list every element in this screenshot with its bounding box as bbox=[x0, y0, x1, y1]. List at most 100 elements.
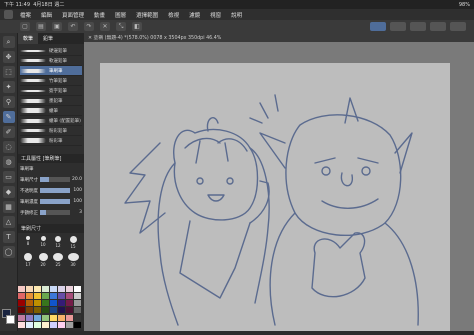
palette-swatch[interactable] bbox=[74, 307, 81, 314]
blend-icon[interactable]: ◍ bbox=[2, 156, 15, 168]
palette-swatch[interactable] bbox=[66, 321, 73, 328]
palette-swatch[interactable] bbox=[26, 314, 33, 321]
palette-swatch[interactable] bbox=[34, 293, 41, 300]
eyedropper-icon[interactable]: ⚲ bbox=[2, 96, 15, 108]
opacity-row[interactable]: 不透明度 100 bbox=[18, 185, 84, 196]
menu-item[interactable]: 頁面管理 bbox=[62, 11, 84, 19]
stroke-preset-5[interactable] bbox=[450, 22, 466, 31]
brush-item[interactable]: 軟邊鉛筆 bbox=[20, 56, 82, 66]
palette-swatch[interactable] bbox=[42, 300, 49, 307]
palette-swatch[interactable] bbox=[34, 314, 41, 321]
brush-item[interactable]: 蠟筆 bbox=[20, 106, 82, 116]
palette-swatch[interactable] bbox=[66, 314, 73, 321]
brush-item[interactable]: 墨鉛筆 bbox=[20, 96, 82, 106]
save-icon[interactable]: ▣ bbox=[52, 22, 62, 31]
density-slider[interactable] bbox=[40, 199, 70, 204]
menu-item[interactable]: 視窗 bbox=[210, 11, 221, 19]
palette-swatch[interactable] bbox=[74, 300, 81, 307]
palette-swatch[interactable] bbox=[26, 300, 33, 307]
app-icon[interactable] bbox=[4, 10, 13, 19]
palette-swatch[interactable] bbox=[50, 307, 57, 314]
palette-swatch[interactable] bbox=[42, 321, 49, 328]
stabilizer-slider[interactable] bbox=[40, 210, 70, 215]
palette-swatch[interactable] bbox=[18, 314, 25, 321]
tab-pencil[interactable]: 鉛筆 bbox=[38, 33, 58, 44]
size-row[interactable]: 筆刷尺寸 20.0 bbox=[18, 174, 84, 185]
stroke-preset-4[interactable] bbox=[430, 22, 446, 31]
palette-swatch[interactable] bbox=[18, 300, 25, 307]
brush-size-option[interactable]: 30 bbox=[67, 253, 79, 267]
palette-swatch[interactable] bbox=[66, 300, 73, 307]
brush-size-option[interactable]: 20 bbox=[37, 253, 49, 267]
palette-swatch[interactable] bbox=[58, 300, 65, 307]
stroke-preset-3[interactable] bbox=[410, 22, 426, 31]
figure-icon[interactable]: △ bbox=[2, 216, 15, 228]
redo-icon[interactable]: ↷ bbox=[84, 22, 94, 31]
brush-item[interactable]: 粉彩筆 bbox=[20, 136, 82, 146]
layer-icon[interactable]: ◧ bbox=[132, 22, 142, 31]
palette-swatch[interactable] bbox=[42, 314, 49, 321]
fill-icon[interactable]: ◆ bbox=[2, 186, 15, 198]
menu-item[interactable]: 選擇範圍 bbox=[136, 11, 158, 19]
balloon-icon[interactable]: ◯ bbox=[2, 246, 15, 258]
select-icon[interactable]: ⬚ bbox=[2, 66, 15, 78]
palette-swatch[interactable] bbox=[18, 307, 25, 314]
move-icon[interactable]: ✥ bbox=[2, 51, 15, 63]
brush-item[interactable]: 竹筆鉛筆 bbox=[20, 76, 82, 86]
zoom-icon[interactable]: ⌕ bbox=[2, 36, 15, 48]
palette-swatch[interactable] bbox=[58, 286, 65, 292]
new-file-icon[interactable]: ▢ bbox=[20, 22, 30, 31]
palette-swatch[interactable] bbox=[42, 286, 49, 292]
stabilizer-row[interactable]: 手顫修正 3 bbox=[18, 207, 84, 218]
transform-icon[interactable]: ⤡ bbox=[116, 22, 126, 31]
brush-item[interactable]: 簽字鉛筆 bbox=[20, 86, 82, 96]
palette-swatch[interactable] bbox=[26, 321, 33, 328]
palette-swatch[interactable] bbox=[34, 300, 41, 307]
canvas-paper[interactable] bbox=[100, 63, 450, 331]
menu-item[interactable]: 動畫 bbox=[94, 11, 105, 19]
menu-item[interactable]: 濾鏡 bbox=[189, 11, 200, 19]
menu-item[interactable]: 檔案 bbox=[20, 11, 31, 19]
palette-swatch[interactable] bbox=[42, 293, 49, 300]
density-row[interactable]: 筆刷濃度 100 bbox=[18, 196, 84, 207]
pen-icon[interactable]: ✎ bbox=[2, 111, 15, 123]
palette-swatch[interactable] bbox=[50, 293, 57, 300]
palette-swatch[interactable] bbox=[26, 307, 33, 314]
palette-swatch[interactable] bbox=[50, 314, 57, 321]
brush-item[interactable]: 粉彩鉛筆 bbox=[20, 126, 82, 136]
menu-item[interactable]: 說明 bbox=[231, 11, 242, 19]
brush-size-option[interactable]: 10 bbox=[37, 236, 49, 250]
palette-swatch[interactable] bbox=[34, 307, 41, 314]
brush-size-option[interactable]: 25 bbox=[52, 253, 64, 267]
gradient-icon[interactable]: ▦ bbox=[2, 201, 15, 213]
brush-item[interactable]: 蠟筆 (配置鉛筆) bbox=[20, 116, 82, 126]
brush-size-option[interactable]: 8 bbox=[22, 236, 34, 250]
palette-swatch[interactable] bbox=[26, 286, 33, 292]
background-color[interactable] bbox=[6, 315, 15, 324]
opacity-slider[interactable] bbox=[40, 188, 70, 193]
brush-size-option[interactable]: 12 bbox=[52, 236, 64, 250]
brush-size-option[interactable]: 15 bbox=[67, 236, 79, 250]
text-icon[interactable]: T bbox=[2, 231, 15, 243]
palette-swatch[interactable] bbox=[66, 307, 73, 314]
palette-swatch[interactable] bbox=[50, 300, 57, 307]
palette-swatch[interactable] bbox=[74, 321, 81, 328]
clear-icon[interactable]: ✕ bbox=[100, 22, 110, 31]
menu-item[interactable]: 圖層 bbox=[115, 11, 126, 19]
palette-swatch[interactable] bbox=[74, 293, 81, 300]
wand-icon[interactable]: ✦ bbox=[2, 81, 15, 93]
palette-swatch[interactable] bbox=[34, 321, 41, 328]
canvas-area[interactable]: ✕ 塗鴉 (無題-4) *(578.0%) 0078 x 3504px 350d… bbox=[84, 33, 474, 331]
palette-swatch[interactable] bbox=[26, 293, 33, 300]
brush-icon[interactable]: ✐ bbox=[2, 126, 15, 138]
palette-swatch[interactable] bbox=[74, 314, 81, 321]
palette-swatch[interactable] bbox=[18, 321, 25, 328]
palette-swatch[interactable] bbox=[18, 286, 25, 292]
menu-item[interactable]: 編輯 bbox=[41, 11, 52, 19]
open-file-icon[interactable]: ▤ bbox=[36, 22, 46, 31]
brush-item[interactable]: 筆刷筆 bbox=[20, 66, 82, 76]
stroke-preset-1[interactable] bbox=[370, 22, 386, 31]
palette-swatch[interactable] bbox=[34, 286, 41, 292]
palette-swatch[interactable] bbox=[42, 307, 49, 314]
eraser-icon[interactable]: ▭ bbox=[2, 171, 15, 183]
